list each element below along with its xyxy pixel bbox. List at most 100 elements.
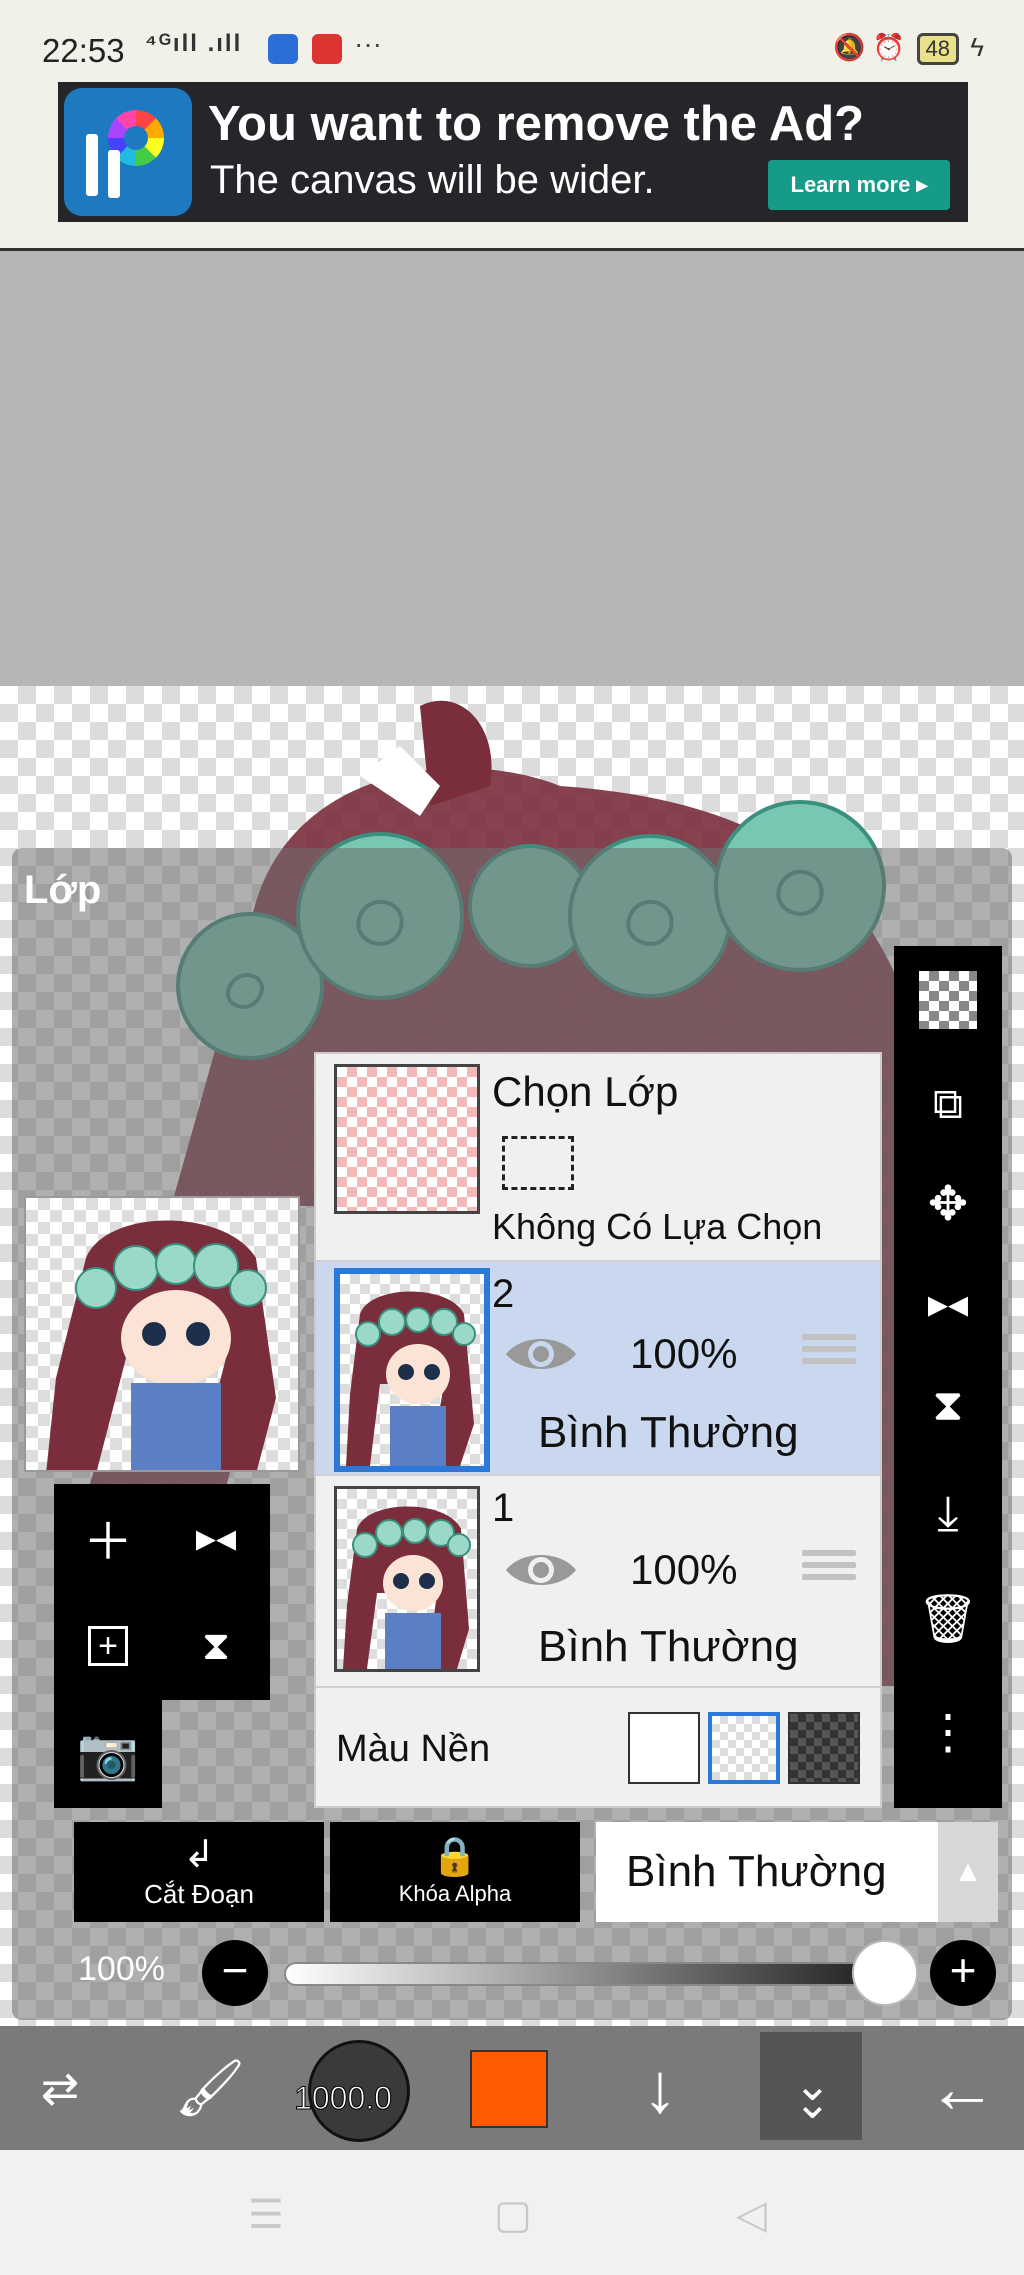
more-icon: ⋮ — [924, 1706, 972, 1759]
chevron-up-icon[interactable]: ▲ — [938, 1822, 998, 1922]
selection-marquee-icon — [502, 1136, 574, 1190]
opacity-increase-button[interactable]: + — [930, 1940, 996, 2006]
eye-icon[interactable] — [504, 1332, 578, 1376]
arrow-down-icon: ↓ — [642, 2049, 678, 2127]
opacity-slider-knob[interactable] — [852, 1940, 918, 2006]
flip-vertical-button[interactable]: ⧗ — [162, 1592, 270, 1700]
transform-button[interactable]: ⧉ — [894, 1056, 1002, 1152]
clock: 22:53 — [42, 32, 125, 69]
color-picker-swatch[interactable] — [470, 2050, 548, 2128]
merge-down-icon: ⤓ — [937, 1487, 959, 1540]
flip-vertical-icon: ⧗ — [932, 1381, 964, 1430]
preview-artwork — [46, 1220, 276, 1470]
back-nav-icon[interactable]: ◁ — [736, 2192, 767, 2238]
flip-horizontal-button[interactable]: ▸◂ — [162, 1484, 270, 1592]
status-bar: 22:53 ⁴ᴳıll .ıll ··· 🔕 ⏰ 48 ϟ — [0, 0, 1024, 76]
brush-icon: 🖌 — [174, 2056, 246, 2119]
layer-blend-mode: Bình Thường — [538, 1408, 799, 1457]
battery-icon: 48 — [916, 33, 959, 65]
selection-layer-row[interactable]: Chọn Lớp Không Có Lựa Chọn — [316, 1054, 880, 1262]
duplicate-layer-button[interactable]: + — [54, 1592, 162, 1700]
pen-eraser-swap-icon: ⇄ — [40, 2062, 80, 2114]
trash-icon: 🗑 — [917, 1592, 979, 1646]
layer-blend-mode: Bình Thường — [538, 1622, 799, 1671]
blend-mode-select[interactable]: Bình Thường — [596, 1822, 938, 1922]
flip-horizontal-icon: ▸◂ — [927, 1282, 969, 1326]
transparency-button[interactable] — [894, 952, 1002, 1048]
brush-size-value: 1000.0 — [294, 2080, 393, 2117]
layer-thumbnail — [334, 1486, 480, 1672]
background-transparent-swatch[interactable] — [708, 1712, 780, 1784]
plus-icon: ＋ — [83, 1514, 133, 1570]
layer-opacity: 100% — [630, 1330, 738, 1377]
menu-icon[interactable]: ☰ — [248, 2192, 284, 2238]
left-toolbar-2: 📷 — [54, 1700, 162, 1808]
selection-layer-title: Chọn Lớp — [492, 1068, 679, 1115]
background-white-swatch[interactable] — [628, 1712, 700, 1784]
home-icon[interactable]: ▢ — [494, 2192, 532, 2238]
add-layer-button[interactable]: ＋ — [54, 1484, 162, 1592]
move-icon: ✥ — [927, 1178, 969, 1231]
layer-thumbnail — [334, 1268, 490, 1472]
canvas-preview[interactable] — [24, 1196, 300, 1472]
transform-icon: ⧉ — [933, 1079, 963, 1127]
zalo-icon — [268, 34, 298, 64]
signal-icon: ⁴ᴳıll .ıll — [145, 30, 243, 57]
drag-handle-icon[interactable] — [802, 1334, 856, 1374]
back-button[interactable]: ← — [900, 2026, 1024, 2150]
lock-icon: 🔒 — [431, 1836, 479, 1878]
layer-row[interactable]: 2 100% Bình Thường — [316, 1262, 880, 1476]
ibis-paint-logo-icon — [64, 88, 192, 216]
right-toolbar: ⧉ ✥ ▸◂ ⧗ ⤓ 🗑 ⋮ — [894, 946, 1002, 1808]
news-icon — [312, 34, 342, 64]
flip-horizontal-layer-button[interactable]: ▸◂ — [894, 1256, 1002, 1352]
flip-vertical-icon: ⧗ — [201, 1623, 231, 1668]
charging-icon: ϟ — [970, 32, 984, 62]
layer-2-artwork — [346, 1291, 476, 1466]
left-toolbar: ＋ ▸◂ + ⧗ — [54, 1484, 270, 1700]
arrow-left-icon: ← — [927, 2049, 997, 2127]
alpha-lock-label: Khóa Alpha — [398, 1881, 512, 1906]
add-layer-icon: + — [88, 1626, 128, 1666]
layer-list: Chọn Lớp Không Có Lựa Chọn 2 100% Bình T… — [314, 1052, 882, 1808]
checker-icon — [919, 971, 977, 1029]
mute-icon: 🔕 — [833, 32, 866, 62]
background-dark-swatch[interactable] — [788, 1712, 860, 1784]
clipping-icon: ↲ — [183, 1833, 215, 1876]
more-options-button[interactable]: ⋮ — [894, 1684, 1002, 1780]
more-notifications: ··· — [354, 28, 382, 59]
brush-tool-button[interactable]: 🖌 — [160, 2026, 260, 2150]
eye-icon[interactable] — [504, 1548, 578, 1592]
background-color-label: Màu Nền — [336, 1728, 491, 1770]
merge-down-button[interactable]: ⤓ — [894, 1466, 1002, 1562]
move-button[interactable]: ✥ — [894, 1156, 1002, 1252]
selection-status: Không Có Lựa Chọn — [492, 1206, 823, 1247]
camera-button[interactable]: 📷 — [54, 1700, 162, 1808]
alpha-lock-button[interactable]: 🔒 Khóa Alpha — [330, 1822, 580, 1922]
layers-button[interactable]: ⌄ ⌄ — [760, 2032, 862, 2140]
layer-panel-title: Lớp — [24, 868, 102, 912]
layer-number: 2 — [492, 1272, 515, 1316]
clipping-button[interactable]: ↲ Cắt Đoạn — [74, 1822, 324, 1922]
layer-opacity: 100% — [630, 1546, 738, 1593]
delete-layer-button[interactable]: 🗑 — [894, 1570, 1002, 1666]
flip-horizontal-icon: ▸◂ — [195, 1516, 237, 1560]
layer-number: 1 — [492, 1486, 515, 1530]
ad-subtitle: The canvas will be wider. — [210, 158, 655, 202]
flip-vertical-layer-button[interactable]: ⧗ — [894, 1358, 1002, 1454]
learn-more-button[interactable]: Learn more ▸ — [768, 160, 950, 210]
opacity-decrease-button[interactable]: − — [202, 1940, 268, 2006]
chevron-down-icon: ⌄ — [794, 2079, 831, 2128]
opacity-slider[interactable] — [284, 1962, 874, 1986]
layer-opacity-value: 100% — [78, 1950, 165, 1988]
ad-banner[interactable]: You want to remove the Ad? The canvas wi… — [58, 82, 968, 222]
alarm-icon: ⏰ — [872, 32, 906, 62]
selection-thumbnail — [334, 1064, 480, 1214]
layer-down-button[interactable]: ↓ — [610, 2026, 710, 2150]
drag-handle-icon[interactable] — [802, 1550, 856, 1590]
status-right: 🔕 ⏰ 48 ϟ — [833, 32, 984, 65]
clipping-label: Cắt Đoạn — [144, 1878, 254, 1909]
tool-switch-button[interactable]: ⇄ — [10, 2026, 110, 2150]
layer-1-artwork — [343, 1506, 471, 1669]
layer-row[interactable]: 1 100% Bình Thường — [316, 1476, 880, 1688]
